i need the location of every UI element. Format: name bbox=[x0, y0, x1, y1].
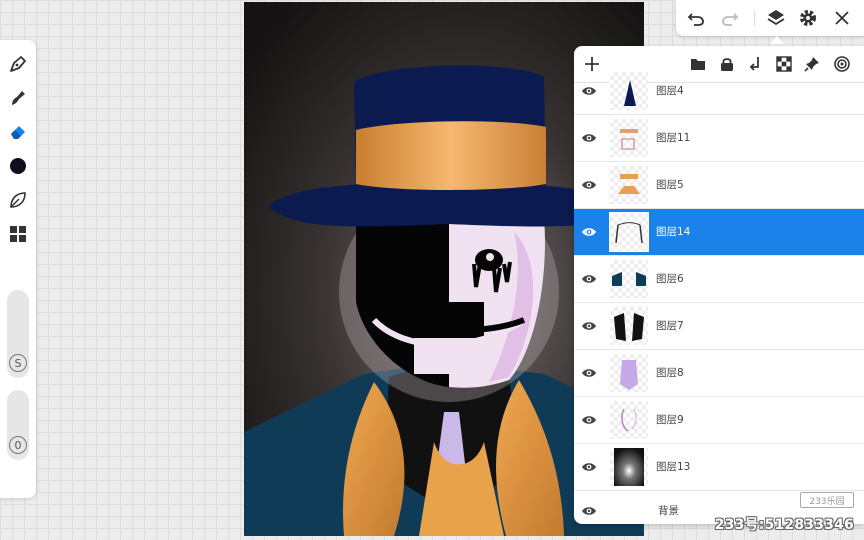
grid-tool[interactable] bbox=[6, 222, 30, 246]
grid-icon bbox=[10, 226, 26, 242]
layer-visibility-toggle[interactable] bbox=[579, 128, 599, 148]
layer-thumbnail bbox=[610, 119, 648, 157]
layer-panel: 图层4 图层11 图层5 图层14 图层6 图层7 图层8 图层9 图层13 背… bbox=[574, 46, 864, 524]
toolbar-divider bbox=[754, 10, 755, 26]
layer-name: 图层14 bbox=[656, 226, 691, 238]
eraser-icon bbox=[11, 126, 25, 139]
watermark-text: 233号:512833346 bbox=[714, 517, 854, 533]
opacity-badge: 0 bbox=[9, 436, 27, 454]
layer-row[interactable]: 图层6 bbox=[574, 256, 864, 303]
pen-nib-icon bbox=[10, 56, 26, 72]
layer-name: 图层9 bbox=[656, 414, 684, 426]
layer-name: 图层7 bbox=[656, 320, 684, 332]
undo-button[interactable] bbox=[684, 6, 708, 30]
layer-name: 图层4 bbox=[656, 85, 684, 97]
panel-caret bbox=[770, 36, 784, 44]
layer-row-selected[interactable]: 图层14 bbox=[574, 209, 864, 256]
close-icon bbox=[835, 11, 849, 25]
size-badge: S bbox=[9, 354, 27, 372]
eye-icon bbox=[582, 416, 596, 424]
layer-thumbnail bbox=[610, 307, 648, 345]
redo-button[interactable] bbox=[718, 6, 742, 30]
eye-icon bbox=[582, 322, 596, 330]
layer-list: 图层4 图层11 图层5 图层14 图层6 图层7 图层8 图层9 图层13 背… bbox=[574, 68, 864, 524]
gear-icon bbox=[800, 10, 816, 26]
eye-icon bbox=[582, 134, 596, 142]
layer-thumbnail bbox=[610, 354, 648, 392]
settings-button[interactable] bbox=[796, 6, 820, 30]
smudge-tool[interactable] bbox=[6, 86, 30, 110]
layer-thumbnail bbox=[609, 212, 649, 252]
eye-icon bbox=[582, 463, 596, 471]
layer-thumbnail bbox=[610, 401, 648, 439]
layer-row[interactable]: 图层5 bbox=[574, 162, 864, 209]
layer-visibility-toggle[interactable] bbox=[579, 457, 599, 477]
layer-name: 图层13 bbox=[656, 461, 691, 473]
redo-icon bbox=[722, 13, 739, 26]
layer-name: 背景 bbox=[658, 505, 679, 517]
eye-icon bbox=[582, 275, 596, 283]
size-slider[interactable]: S bbox=[7, 290, 29, 378]
eraser-tool[interactable] bbox=[6, 120, 30, 144]
layer-name: 图层8 bbox=[656, 367, 684, 379]
smudge-icon bbox=[12, 91, 25, 105]
watermark-logo: 233乐园 bbox=[800, 492, 854, 508]
layer-visibility-toggle[interactable] bbox=[579, 81, 599, 101]
layer-row[interactable]: 图层7 bbox=[574, 303, 864, 350]
layers-icon bbox=[767, 10, 785, 26]
pen-tool[interactable] bbox=[6, 52, 30, 76]
color-swatch[interactable] bbox=[6, 154, 30, 178]
eye-icon bbox=[582, 87, 596, 95]
undo-icon bbox=[687, 13, 704, 26]
layer-thumbnail bbox=[610, 448, 648, 486]
leaf-icon bbox=[10, 192, 26, 208]
eye-icon bbox=[582, 228, 596, 236]
opacity-slider[interactable]: 0 bbox=[7, 390, 29, 460]
layers-button[interactable] bbox=[764, 6, 788, 30]
color-circle-icon bbox=[10, 158, 26, 174]
top-bar bbox=[676, 0, 864, 36]
layer-row[interactable]: 图层9 bbox=[574, 397, 864, 444]
layer-name: 图层5 bbox=[656, 179, 684, 191]
layer-visibility-toggle[interactable] bbox=[579, 363, 599, 383]
layer-visibility-toggle[interactable] bbox=[579, 222, 599, 242]
layer-thumbnail bbox=[610, 260, 648, 298]
layer-row[interactable]: 图层8 bbox=[574, 350, 864, 397]
layer-row[interactable]: 图层13 bbox=[574, 444, 864, 491]
layer-row[interactable]: 图层11 bbox=[574, 115, 864, 162]
close-button[interactable] bbox=[830, 6, 854, 30]
leaf-tool[interactable] bbox=[6, 188, 30, 212]
layer-name: 图层6 bbox=[656, 273, 684, 285]
left-toolbar: S 0 bbox=[0, 40, 36, 498]
layer-visibility-toggle[interactable] bbox=[579, 410, 599, 430]
layer-thumbnail bbox=[610, 72, 648, 110]
layer-visibility-toggle[interactable] bbox=[579, 175, 599, 195]
layer-visibility-toggle[interactable] bbox=[579, 269, 599, 289]
layer-visibility-toggle[interactable] bbox=[579, 501, 599, 521]
eye-icon bbox=[582, 181, 596, 189]
layer-row[interactable]: 图层4 bbox=[574, 68, 864, 115]
layer-name: 图层11 bbox=[656, 132, 691, 144]
layer-thumbnail bbox=[610, 166, 648, 204]
layer-visibility-toggle[interactable] bbox=[579, 316, 599, 336]
eye-icon bbox=[582, 369, 596, 377]
eye-icon bbox=[582, 507, 596, 515]
